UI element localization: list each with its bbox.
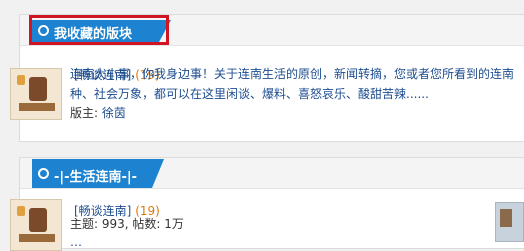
table-icon — [19, 103, 55, 111]
right-thumbnail[interactable] — [495, 202, 524, 242]
forum-description: 连南大小事，你我身边事！关于连南生活的原创，新闻转摘，您或者您所看到的连南 种、… — [70, 64, 515, 104]
circle-icon — [38, 168, 49, 179]
life-section-header: -|-生活连南-|- — [20, 158, 524, 189]
forum-owner: 版主: 徐茵 — [70, 104, 126, 121]
forum-stats: 主题: 993, 帖数: 1万 — [70, 217, 184, 231]
owner-label: 版主: — [70, 106, 99, 120]
chair-icon — [29, 77, 47, 101]
chair-icon — [29, 208, 47, 232]
owner-link[interactable]: 徐茵 — [102, 106, 126, 120]
favorites-header: 我收藏的版块 — [20, 15, 524, 46]
forum-description-line: 种、社会万象，都可以在这里闲谈、爆料、喜怒哀乐、酸甜苦辣...... — [70, 87, 429, 101]
forum-description-line: 连南大小事，你我身边事！关于连南生活的原创，新闻转摘，您或者您所看到的连南 — [70, 67, 515, 81]
lamp-icon — [17, 75, 25, 85]
highlight-box — [29, 15, 169, 45]
life-section-title: -|-生活连南-|- — [54, 170, 138, 185]
lamp-icon — [17, 206, 25, 216]
forum-thumbnail[interactable] — [10, 68, 62, 120]
forum-thumbnail[interactable] — [10, 199, 62, 251]
life-section-tab[interactable]: -|-生活连南-|- — [32, 159, 164, 188]
partial-text: … — [70, 235, 82, 249]
table-icon — [19, 234, 55, 242]
